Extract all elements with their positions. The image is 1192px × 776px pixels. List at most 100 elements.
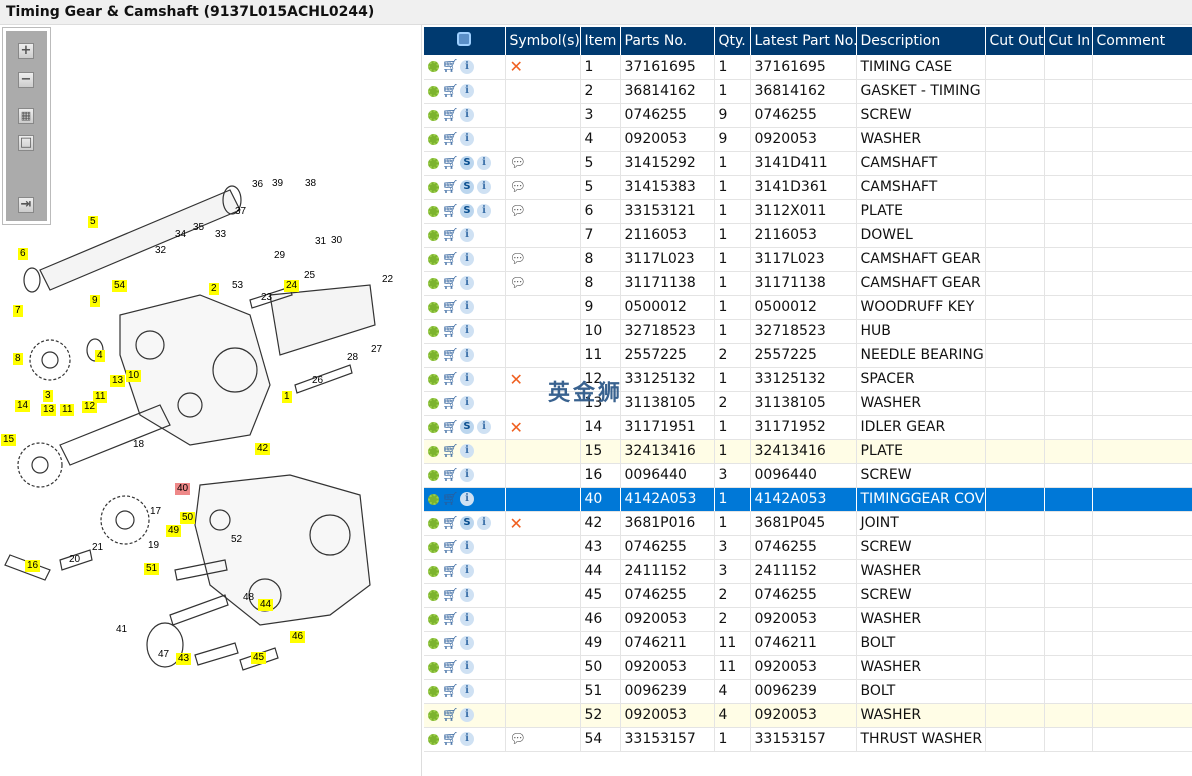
- callout-label[interactable]: 39: [270, 178, 285, 190]
- callout-label[interactable]: 9: [90, 295, 100, 307]
- configure-icon[interactable]: [428, 109, 439, 121]
- callout-label[interactable]: 21: [90, 542, 105, 554]
- info-icon[interactable]: i: [460, 612, 474, 626]
- exploded-parts-diagram[interactable]: [0, 25, 422, 776]
- callout-label[interactable]: 23: [259, 292, 274, 304]
- table-row[interactable]: 🛒︎i236814162136814162GASKET - TIMING CAS…: [424, 79, 1192, 104]
- callout-label[interactable]: 40: [175, 483, 191, 495]
- callout-label[interactable]: 44: [258, 599, 274, 611]
- table-row[interactable]: 🛒︎ i 15 32413416 1 32413416 PLATE: [424, 439, 1192, 464]
- add-to-cart-icon[interactable]: 🛒︎: [442, 492, 459, 507]
- table-row[interactable]: 🛒︎ i 💬︎ 8 31171138 1 31171138 CAMSHAFT GEAR: [424, 271, 1192, 296]
- info-icon[interactable]: i: [460, 636, 474, 650]
- add-to-cart-icon[interactable]: 🛒︎: [442, 324, 459, 339]
- callout-label[interactable]: 34: [173, 229, 188, 241]
- add-to-cart-icon[interactable]: 🛒︎: [442, 396, 459, 411]
- callout-label[interactable]: 49: [166, 525, 182, 537]
- info-icon[interactable]: i: [460, 108, 474, 122]
- table-row[interactable]: 🛒︎ i 44 2411152 3 2411152 WASHER: [424, 559, 1192, 584]
- add-to-cart-icon[interactable]: 🛒︎: [442, 636, 459, 651]
- info-icon[interactable]: i: [460, 372, 474, 386]
- callout-label[interactable]: 4: [95, 350, 105, 362]
- configure-icon[interactable]: [428, 301, 439, 313]
- add-to-cart-icon[interactable]: 🛒︎: [442, 444, 459, 459]
- info-icon[interactable]: i: [460, 132, 474, 146]
- callout-label[interactable]: 15: [1, 434, 17, 446]
- toggle-panel-button[interactable]: ⇥: [18, 197, 34, 213]
- add-to-cart-icon[interactable]: 🛒︎: [442, 588, 459, 603]
- diagram-pane[interactable]: 36 39 38 5 37 34 35 33 32 6 31 30 29 22 25 24 53 2 23 54 9 7 2…: [0, 25, 422, 776]
- callout-label[interactable]: 24: [284, 280, 300, 292]
- table-row[interactable]: 🛒︎ i 13 31138105 2 31138105 WASHER: [424, 391, 1192, 416]
- configure-icon[interactable]: [428, 373, 439, 385]
- callout-label[interactable]: 53: [230, 280, 245, 292]
- column-search-button[interactable]: [424, 27, 506, 55]
- configure-icon[interactable]: [428, 541, 439, 553]
- info-icon[interactable]: i: [477, 204, 491, 218]
- configure-icon[interactable]: [428, 397, 439, 409]
- configure-icon[interactable]: [428, 613, 439, 625]
- callout-label[interactable]: 36: [250, 179, 265, 191]
- callout-label[interactable]: 38: [303, 178, 318, 190]
- info-icon[interactable]: i: [460, 300, 474, 314]
- callout-label[interactable]: 13: [41, 404, 57, 416]
- column-parts-no[interactable]: Parts No.: [620, 27, 715, 55]
- add-to-cart-icon[interactable]: 🛒︎: [442, 684, 459, 699]
- note-bubble-icon[interactable]: 💬︎: [510, 180, 527, 195]
- info-icon[interactable]: i: [460, 252, 474, 266]
- add-to-cart-icon[interactable]: 🛒︎: [442, 732, 459, 747]
- add-to-cart-icon[interactable]: 🛒︎: [442, 108, 459, 123]
- callout-label[interactable]: 30: [329, 235, 344, 247]
- callout-label[interactable]: 3: [43, 390, 53, 402]
- callout-label[interactable]: 17: [148, 506, 163, 518]
- info-icon[interactable]: i: [460, 540, 474, 554]
- add-to-cart-icon[interactable]: 🛒︎: [442, 540, 459, 555]
- column-description[interactable]: Description: [856, 27, 986, 55]
- table-row[interactable]: 🛒︎ i 4 0920053 9 0920053 WASHER: [424, 127, 1192, 152]
- fit-to-window-button[interactable]: ▦: [18, 108, 34, 124]
- callout-label[interactable]: 8: [13, 353, 23, 365]
- configure-icon[interactable]: [428, 445, 439, 457]
- table-row[interactable]: 🛒︎ Si 💬︎ 5 31415383 1 3141D361 CAMSHAFT: [424, 175, 1192, 200]
- callout-label[interactable]: 43: [176, 653, 192, 665]
- supersession-icon[interactable]: S: [460, 516, 474, 530]
- info-icon[interactable]: i: [477, 420, 491, 434]
- configure-icon[interactable]: [428, 133, 439, 145]
- callout-label[interactable]: 48: [241, 592, 256, 604]
- table-row[interactable]: 🛒︎ i 💬︎ 54 33153157 1 33153157 THRUST WASHER: [424, 727, 1192, 752]
- callout-label[interactable]: 7: [13, 305, 23, 317]
- callout-label[interactable]: 26: [310, 375, 325, 387]
- info-icon[interactable]: i: [477, 516, 491, 530]
- callout-label[interactable]: 2: [209, 283, 219, 295]
- table-row[interactable]: 🛒︎i404142A05314142A053TIMINGGEAR COVER: [424, 487, 1192, 512]
- add-to-cart-icon[interactable]: 🛒︎: [442, 468, 459, 483]
- configure-icon[interactable]: [428, 661, 439, 673]
- info-icon[interactable]: i: [460, 276, 474, 290]
- add-to-cart-icon[interactable]: 🛒︎: [442, 300, 459, 315]
- table-row[interactable]: 🛒︎ i 51 0096239 4 0096239 BOLT: [424, 679, 1192, 704]
- configure-icon[interactable]: [428, 229, 439, 241]
- configure-icon[interactable]: [428, 637, 439, 649]
- info-icon[interactable]: i: [460, 588, 474, 602]
- callout-label[interactable]: 45: [251, 652, 267, 664]
- table-row[interactable]: 🛒︎ Si 💬︎ 6 33153121 1 3112X011 PLATE: [424, 199, 1192, 224]
- callout-label[interactable]: 18: [131, 439, 146, 451]
- supersession-icon[interactable]: S: [460, 204, 474, 218]
- callout-label[interactable]: 50: [180, 512, 196, 524]
- configure-icon[interactable]: [428, 205, 439, 217]
- add-to-cart-icon[interactable]: 🛒︎: [442, 180, 459, 195]
- configure-icon[interactable]: [428, 181, 439, 193]
- callout-label[interactable]: 14: [15, 400, 31, 412]
- configure-icon[interactable]: [428, 277, 439, 289]
- table-row[interactable]: 🛒︎ i 45 0746255 2 0746255 SCREW: [424, 583, 1192, 608]
- configure-icon[interactable]: [428, 421, 439, 433]
- add-to-cart-icon[interactable]: 🛒︎: [442, 612, 459, 627]
- callout-label[interactable]: 51: [144, 563, 160, 575]
- add-to-cart-icon[interactable]: 🛒︎: [442, 59, 459, 74]
- note-bubble-icon[interactable]: 💬︎: [510, 156, 527, 171]
- info-icon[interactable]: i: [477, 156, 491, 170]
- note-bubble-icon[interactable]: 💬︎: [510, 732, 527, 747]
- callout-label[interactable]: 5: [88, 216, 98, 228]
- table-row[interactable]: 🛒︎ i 46 0920053 2 0920053 WASHER: [424, 607, 1192, 632]
- column-item[interactable]: Item: [580, 27, 621, 55]
